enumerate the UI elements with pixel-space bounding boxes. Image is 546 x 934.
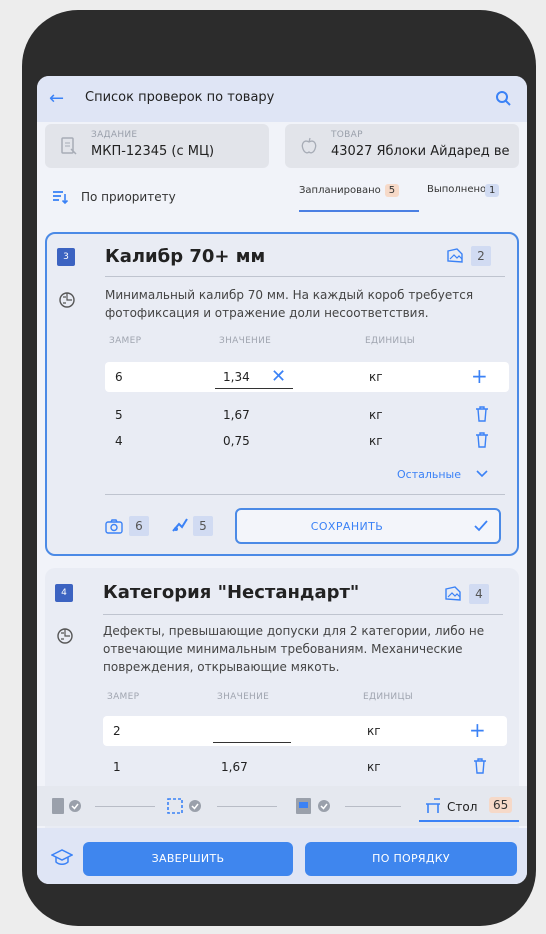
show-more-link[interactable]: Остальные: [397, 468, 461, 481]
app-screen: ← Список проверок по товару ЗАДАНИЕ МКП-…: [37, 76, 527, 884]
input-underline: [215, 388, 293, 389]
photo-count: 4: [469, 584, 489, 604]
row-measure: 5: [115, 408, 123, 422]
task-label: ЗАДАНИЕ: [91, 130, 138, 140]
table-row-editing: [105, 362, 509, 392]
col-value: ЗНАЧЕНИЕ: [217, 692, 270, 702]
photo-count: 2: [471, 246, 491, 266]
defect-icon[interactable]: [171, 516, 189, 534]
input-underline: [213, 742, 291, 743]
trash-icon[interactable]: [475, 432, 489, 448]
row-unit: кг: [369, 434, 383, 448]
table-row-editing: [103, 716, 507, 746]
photo-gallery-icon[interactable]: [445, 246, 465, 266]
card-number: 3: [57, 248, 75, 266]
tab-done-label: Выполнено: [427, 184, 485, 195]
document-step-icon[interactable]: [51, 796, 83, 816]
tab-done-count: 1: [485, 184, 500, 197]
bottom-bar: ЗАВЕРШИТЬ ПО ПОРЯДКУ: [37, 828, 527, 884]
document-icon: [61, 137, 77, 155]
step-current-count: 65: [489, 797, 513, 813]
frame-step-icon[interactable]: [165, 796, 207, 816]
camera-icon[interactable]: [105, 518, 123, 534]
check-card[interactable]: 3 Калибр 70+ мм 2 Минимальный калибр 70 …: [45, 232, 519, 556]
product-value: 43027 Яблоки Айдаред ве: [331, 144, 510, 159]
trash-icon[interactable]: [473, 758, 487, 774]
value-input[interactable]: 1,34: [223, 370, 250, 384]
table-icon: [426, 798, 440, 813]
row-unit: кг: [367, 760, 381, 774]
product-card: ТОВАР 43027 Яблоки Айдаред ве: [285, 124, 519, 168]
trash-icon[interactable]: [475, 406, 489, 422]
step-current[interactable]: Стол 65: [419, 792, 519, 822]
sort-label[interactable]: По приоритету: [81, 190, 176, 204]
row-measure: 1: [113, 760, 121, 774]
camera-count: 6: [129, 516, 149, 536]
row-value: 0,75: [223, 434, 250, 448]
page-title: Список проверок по товару: [85, 90, 275, 105]
photo-gallery-icon[interactable]: [443, 584, 463, 604]
tab-planned-count: 5: [384, 184, 400, 197]
save-button[interactable]: СОХРАНИТЬ: [235, 508, 501, 544]
save-button-label: СОХРАНИТЬ: [310, 520, 384, 533]
tab-done[interactable]: Выполнено 1: [427, 184, 507, 212]
finish-button[interactable]: ЗАВЕРШИТЬ: [83, 842, 293, 876]
clear-icon[interactable]: ✕: [271, 366, 286, 387]
task-value: МКП-12345 (с МЦ): [91, 144, 215, 159]
add-icon[interactable]: +: [471, 366, 488, 386]
graduation-cap-icon[interactable]: [51, 848, 73, 868]
row-unit: кг: [369, 408, 383, 422]
filter-bar: По приоритету Запланировано 5 Выполнено 1: [37, 180, 527, 216]
progress-stepper: Стол 65: [37, 786, 527, 826]
row-measure: 2: [113, 724, 121, 738]
tab-planned[interactable]: Запланировано 5: [299, 184, 419, 212]
chevron-down-icon[interactable]: [475, 468, 489, 480]
row-value: 1,67: [223, 408, 250, 422]
product-label: ТОВАР: [331, 130, 363, 140]
task-card: ЗАДАНИЕ МКП-12345 (с МЦ): [45, 124, 269, 168]
in-order-button[interactable]: ПО ПОРЯДКУ: [305, 842, 517, 876]
divider: [103, 614, 503, 615]
defect-count: 5: [193, 516, 213, 536]
col-units: ЕДИНИЦЫ: [365, 336, 415, 346]
apple-icon: [301, 137, 317, 154]
divider: [105, 276, 505, 277]
col-value: ЗНАЧЕНИЕ: [219, 336, 272, 346]
row-unit: кг: [367, 724, 381, 738]
col-measure: ЗАМЕР: [109, 336, 142, 346]
check-icon: [474, 520, 488, 532]
card-description: Дефекты, превышающие допуски для 2 катег…: [103, 624, 485, 674]
divider: [105, 494, 505, 495]
row-measure: 4: [115, 434, 123, 448]
card-description: Минимальный калибр 70 мм. На каждый коро…: [105, 288, 474, 320]
image-step-icon[interactable]: [293, 796, 335, 816]
sort-icon[interactable]: [51, 188, 69, 206]
search-icon[interactable]: [493, 88, 515, 110]
card-title: Калибр 70+ мм: [105, 246, 266, 267]
card-title: Категория "Нестандарт": [103, 582, 360, 603]
weight-icon: [59, 292, 75, 308]
row-measure: 6: [115, 370, 123, 384]
step-connector: [345, 806, 401, 807]
row-value: 1,67: [221, 760, 248, 774]
tab-planned-label: Запланировано: [299, 185, 381, 196]
back-arrow-icon[interactable]: ←: [49, 88, 71, 110]
step-connector: [217, 806, 277, 807]
add-icon[interactable]: +: [469, 720, 486, 740]
app-bar: ← Список проверок по товару: [37, 76, 527, 122]
step-current-label: Стол: [447, 800, 478, 814]
col-units: ЕДИНИЦЫ: [363, 692, 413, 702]
step-connector: [95, 806, 155, 807]
card-number: 4: [55, 584, 73, 602]
row-unit: кг: [369, 370, 383, 384]
weight-icon: [57, 628, 73, 644]
col-measure: ЗАМЕР: [107, 692, 140, 702]
